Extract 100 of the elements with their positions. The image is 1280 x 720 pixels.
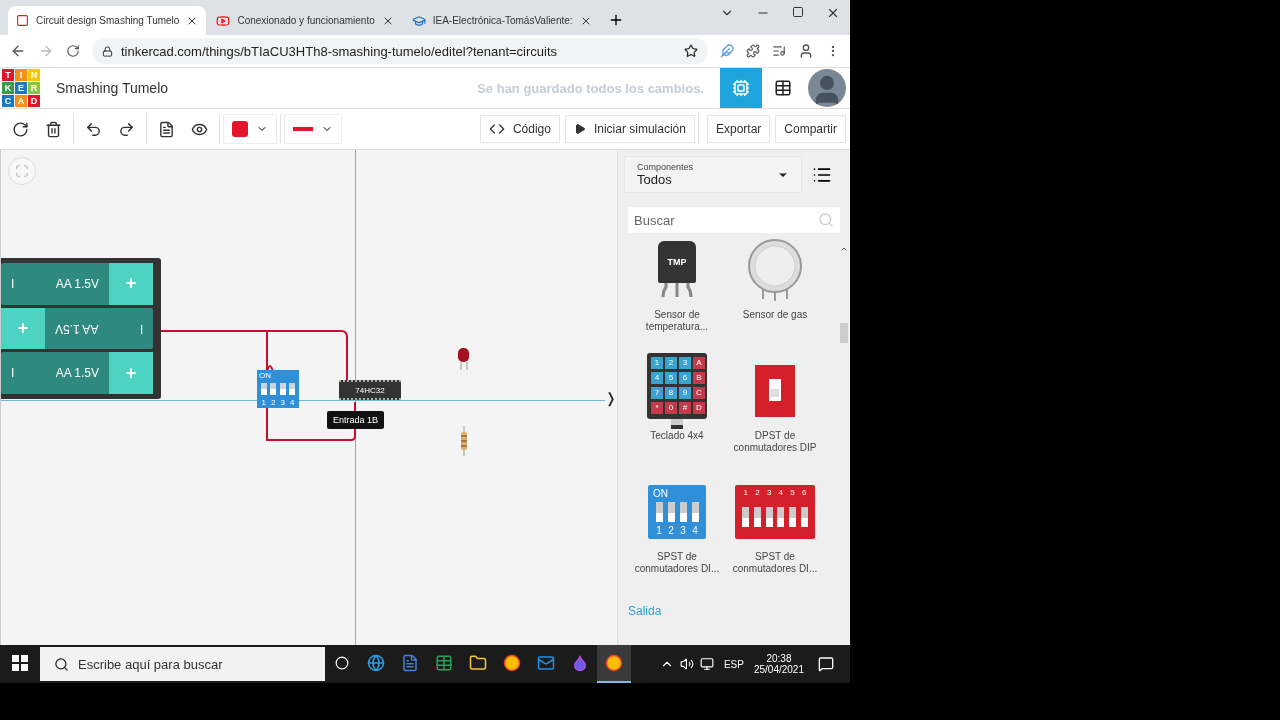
gas-sensor-drawing <box>747 239 803 301</box>
windows-icon <box>12 655 28 671</box>
browser-tab[interactable]: Conexionado y funcionamiento <box>208 6 402 35</box>
chip-icon <box>732 79 750 97</box>
switch-toggle <box>800 506 808 527</box>
circle-icon <box>335 656 349 670</box>
key-label: 6 <box>679 372 691 384</box>
folder-icon <box>469 654 487 672</box>
switch-toggle[interactable] <box>270 383 277 395</box>
star-icon[interactable] <box>684 44 698 58</box>
component-item[interactable]: DPST de conmutadores DIP <box>726 358 824 471</box>
minus-sign: I <box>11 276 15 291</box>
switch-number: 5 <box>790 488 795 497</box>
pin-tooltip: Entrada 1B <box>327 411 385 429</box>
taskbar-search[interactable]: Escribe aquí para buscar <box>40 647 325 681</box>
scrollbar-thumb[interactable] <box>840 323 848 343</box>
table-icon <box>774 79 792 97</box>
trash-icon <box>45 120 62 138</box>
key-label: 0 <box>665 402 677 414</box>
reload-icon[interactable] <box>66 44 80 58</box>
search-icon <box>818 212 834 228</box>
project-title[interactable]: Smashing Tumelo <box>56 80 478 96</box>
graduation-cap-icon <box>411 13 426 28</box>
key-label: 8 <box>665 387 677 399</box>
switch-toggle <box>679 502 687 522</box>
wire-style-dropdown[interactable] <box>284 114 342 144</box>
battery-pack[interactable]: I AA 1.5V + I AA 1.5V + I AA 1.5V + <box>1 258 161 399</box>
plus-sign: + <box>1 307 45 350</box>
switch-toggle <box>788 506 796 527</box>
document-icon <box>401 654 419 672</box>
feather-icon[interactable] <box>720 44 734 58</box>
switch-toggle <box>742 506 750 527</box>
code-icon <box>488 121 505 137</box>
key-label: 1 <box>651 357 663 369</box>
switch-toggle[interactable] <box>289 383 296 395</box>
avatar[interactable] <box>808 69 846 107</box>
switch-number: 4 <box>692 525 698 536</box>
switch-number: 2 <box>668 525 674 536</box>
search-field[interactable]: Buscar <box>628 207 840 233</box>
switch-number: 2 <box>755 488 760 497</box>
language-indicator[interactable]: ESP <box>723 658 744 670</box>
notes-icon <box>158 120 175 138</box>
simulate-button[interactable]: Iniciar simulación <box>564 115 695 143</box>
components-dropdown[interactable]: Componentes Todos <box>624 156 802 193</box>
spreadsheet-icon <box>435 654 453 672</box>
key-label: 5 <box>665 372 677 384</box>
scroll-up-icon[interactable] <box>840 245 848 253</box>
component-item[interactable]: TMP Sensor de temperatura... <box>628 237 726 350</box>
led-drawing[interactable] <box>458 348 469 371</box>
notifications-icon[interactable] <box>818 656 834 672</box>
media-icon[interactable] <box>772 44 786 58</box>
back-icon[interactable] <box>10 43 26 59</box>
rotate-icon <box>12 120 29 138</box>
key-label: B <box>693 372 705 384</box>
switch-toggle[interactable] <box>260 383 267 395</box>
browser-tab[interactable]: Circuit design Smashing Tumelo <box>8 6 207 35</box>
logo[interactable]: T I N K E R C A D <box>2 69 40 107</box>
component-item[interactable]: 1 2 3 A 4 5 6 B 7 8 9 C * 0 # D Teclado 4x4 <box>628 358 726 471</box>
toolbar-button[interactable]: Exportar <box>706 115 771 143</box>
key-label: C <box>693 387 705 399</box>
lock-icon <box>102 45 113 57</box>
key-label: A <box>693 357 705 369</box>
component-item[interactable]: Sensor de gas <box>726 237 824 350</box>
address-bar[interactable]: tinkercad.com/things/bTIaCU3HTh8-smashing-tumelo/editel?tenant=circuits <box>92 38 708 64</box>
undo-icon <box>85 120 102 138</box>
color-dropdown[interactable] <box>223 114 277 144</box>
battery-label: AA 1.5V <box>55 366 99 381</box>
component-item[interactable]: ON 1 2 3 4 SPST de conmutadores DI... <box>628 479 726 592</box>
resistor-drawing[interactable] <box>460 425 468 457</box>
plus-sign: + <box>109 263 153 305</box>
globe-icon <box>367 654 385 672</box>
profile-icon[interactable] <box>798 43 814 59</box>
video-icon <box>216 13 231 28</box>
taskbar-app[interactable] <box>597 645 631 683</box>
code-button[interactable]: Código <box>479 115 560 143</box>
chip[interactable]: 74HC32 <box>339 380 401 400</box>
drop-icon <box>571 654 589 672</box>
browser-tab[interactable]: IEA-Electrónica-TomásValiente: <box>403 6 600 35</box>
switch-number: 4 <box>290 398 295 407</box>
close-icon[interactable] <box>826 6 840 20</box>
plus-sign: + <box>109 352 153 394</box>
volume-icon[interactable] <box>679 657 694 671</box>
switch-toggle[interactable] <box>279 383 286 395</box>
circuit-canvas[interactable]: I AA 1.5V + I AA 1.5V + I AA 1.5V + ON 1 2 3 4 74HC32 Entrada 1B ❭ <box>0 150 617 645</box>
extensions-icon[interactable] <box>746 44 760 58</box>
search-icon <box>54 657 69 672</box>
switch-number: 1 <box>656 525 662 536</box>
switch-toggle <box>765 506 773 527</box>
key-label: D <box>693 402 705 414</box>
toolbar-button[interactable]: Compartir <box>775 115 846 143</box>
clock[interactable]: 20:38 25/04/2021 <box>753 653 804 675</box>
minus-sign: I <box>11 366 15 381</box>
battery-label: AA 1.5V <box>55 321 99 336</box>
maximize-icon[interactable] <box>792 6 804 18</box>
network-icon[interactable] <box>699 657 714 671</box>
battery-label: AA 1.5V <box>55 276 99 291</box>
switch-toggle <box>777 506 785 527</box>
switch-toggle <box>655 502 663 522</box>
component-item[interactable]: 1 2 3 4 5 6 SPST de conmutadores DI... <box>726 479 824 592</box>
key-label: 2 <box>665 357 677 369</box>
